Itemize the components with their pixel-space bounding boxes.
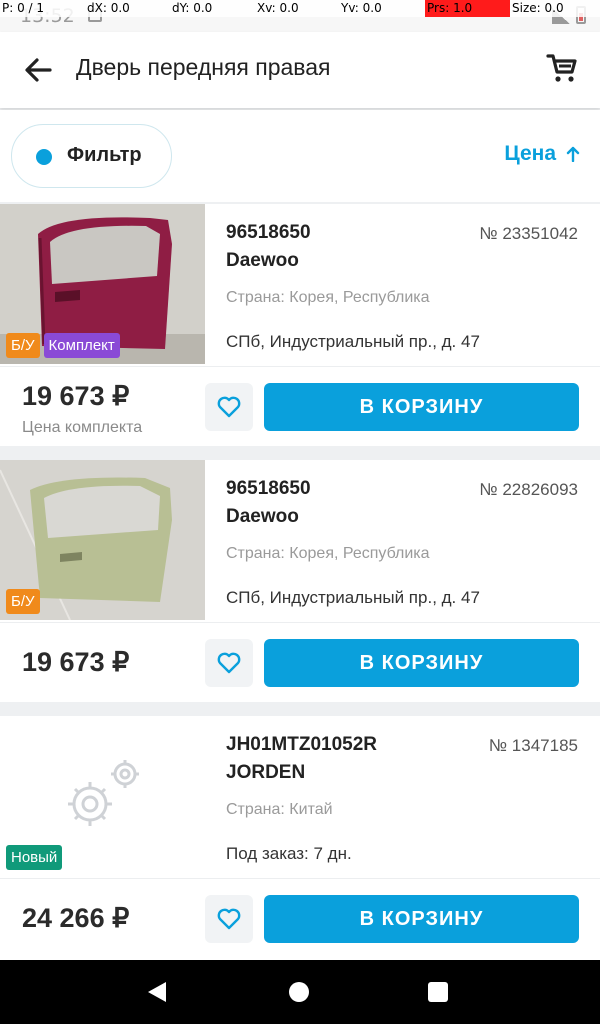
arrow-up-icon	[566, 146, 580, 162]
debug-p: P: 0 / 1	[2, 1, 45, 15]
add-to-cart-button[interactable]: В КОРЗИНУ	[264, 383, 579, 431]
arrow-left-icon	[25, 58, 52, 82]
badge-new: Новый	[6, 845, 63, 870]
brand: Daewoo	[226, 506, 299, 527]
part-number: 96518650	[226, 222, 311, 243]
add-to-cart-button[interactable]: В КОРЗИНУ	[264, 639, 579, 687]
badge-used: Б/У	[6, 333, 40, 358]
debug-yv: Yv: 0.0	[341, 1, 382, 15]
lot-number: № 1347185	[488, 736, 578, 755]
filter-bar: Фильтр Цена	[0, 110, 600, 202]
delivery-time: Под заказ: 7 дн.	[226, 844, 352, 863]
nav-back-icon[interactable]	[148, 982, 166, 1002]
lot-number: № 22826093	[479, 480, 578, 499]
price: 24 266 ₽	[22, 903, 130, 933]
debug-prs: Prs: 1.0	[425, 0, 510, 17]
system-nav-bar	[0, 960, 600, 1024]
brand: Daewoo	[226, 250, 299, 271]
location: СПб, Индустриальный пр., д. 47	[226, 332, 480, 351]
badges: Б/У Комплект	[6, 333, 120, 358]
product-image[interactable]: Б/У	[0, 460, 205, 620]
cart-icon	[546, 54, 577, 82]
card-actions: 24 266 ₽ В КОРЗИНУ	[0, 878, 600, 960]
location: СПб, Индустриальный пр., д. 47	[226, 588, 480, 607]
product-card[interactable]: Б/У Комплект 96518650 Daewoo № 23351042 …	[0, 204, 600, 446]
card-actions: 19 673 ₽ В КОРЗИНУ	[0, 622, 600, 702]
nav-home-icon[interactable]	[289, 982, 309, 1002]
pointer-debug-overlay: P: 0 / 1 dX: 0.0 dY: 0.0 Xv: 0.0 Yv: 0.0…	[0, 0, 600, 17]
product-card[interactable]: Новый JH01MTZ01052R JORDEN № 1347185 Стр…	[0, 716, 600, 960]
nav-recents-icon[interactable]	[428, 982, 448, 1002]
card-actions: 19 673 ₽ Цена комплекта В КОРЗИНУ	[0, 366, 600, 446]
sort-label: Цена	[504, 142, 556, 165]
favorite-button[interactable]	[205, 383, 253, 431]
price: 19 673 ₽	[22, 381, 130, 411]
product-card[interactable]: Б/У 96518650 Daewoo № 22826093 Страна: К…	[0, 460, 600, 702]
price: 19 673 ₽	[22, 647, 130, 677]
add-to-cart-button[interactable]: В КОРЗИНУ	[264, 895, 579, 943]
favorite-button[interactable]	[205, 895, 253, 943]
badge-used: Б/У	[6, 589, 40, 614]
sort-price-button[interactable]: Цена	[504, 142, 580, 166]
product-image[interactable]: Новый	[0, 716, 205, 876]
badge-kit: Комплект	[43, 333, 120, 358]
lot-number: № 23351042	[479, 224, 578, 243]
country: Страна: Корея, Республика	[226, 545, 430, 562]
cart-button[interactable]	[544, 50, 580, 86]
back-button[interactable]	[20, 52, 56, 88]
page-title: Дверь передняя правая	[76, 54, 331, 80]
part-number: 96518650	[226, 478, 311, 499]
heart-icon	[217, 652, 241, 674]
price-note: Цена комплекта	[22, 419, 143, 436]
debug-dx: dX: 0.0	[87, 1, 130, 15]
debug-size: Size: 0.0	[512, 1, 564, 15]
favorite-button[interactable]	[205, 639, 253, 687]
badges: Новый	[6, 845, 63, 870]
filter-active-dot	[36, 149, 52, 165]
country: Страна: Китай	[226, 801, 333, 818]
heart-icon	[217, 396, 241, 418]
debug-xv: Xv: 0.0	[257, 1, 299, 15]
heart-icon	[217, 908, 241, 930]
filter-button[interactable]: Фильтр	[11, 124, 172, 188]
filter-label: Фильтр	[67, 144, 142, 166]
badges: Б/У	[6, 589, 40, 614]
part-number: JH01MTZ01052R	[226, 734, 378, 755]
app-header: Дверь передняя правая	[0, 32, 600, 108]
country: Страна: Корея, Республика	[226, 289, 430, 306]
debug-dy: dY: 0.0	[172, 1, 213, 15]
product-image[interactable]: Б/У Комплект	[0, 204, 205, 364]
brand: JORDEN	[226, 762, 306, 783]
